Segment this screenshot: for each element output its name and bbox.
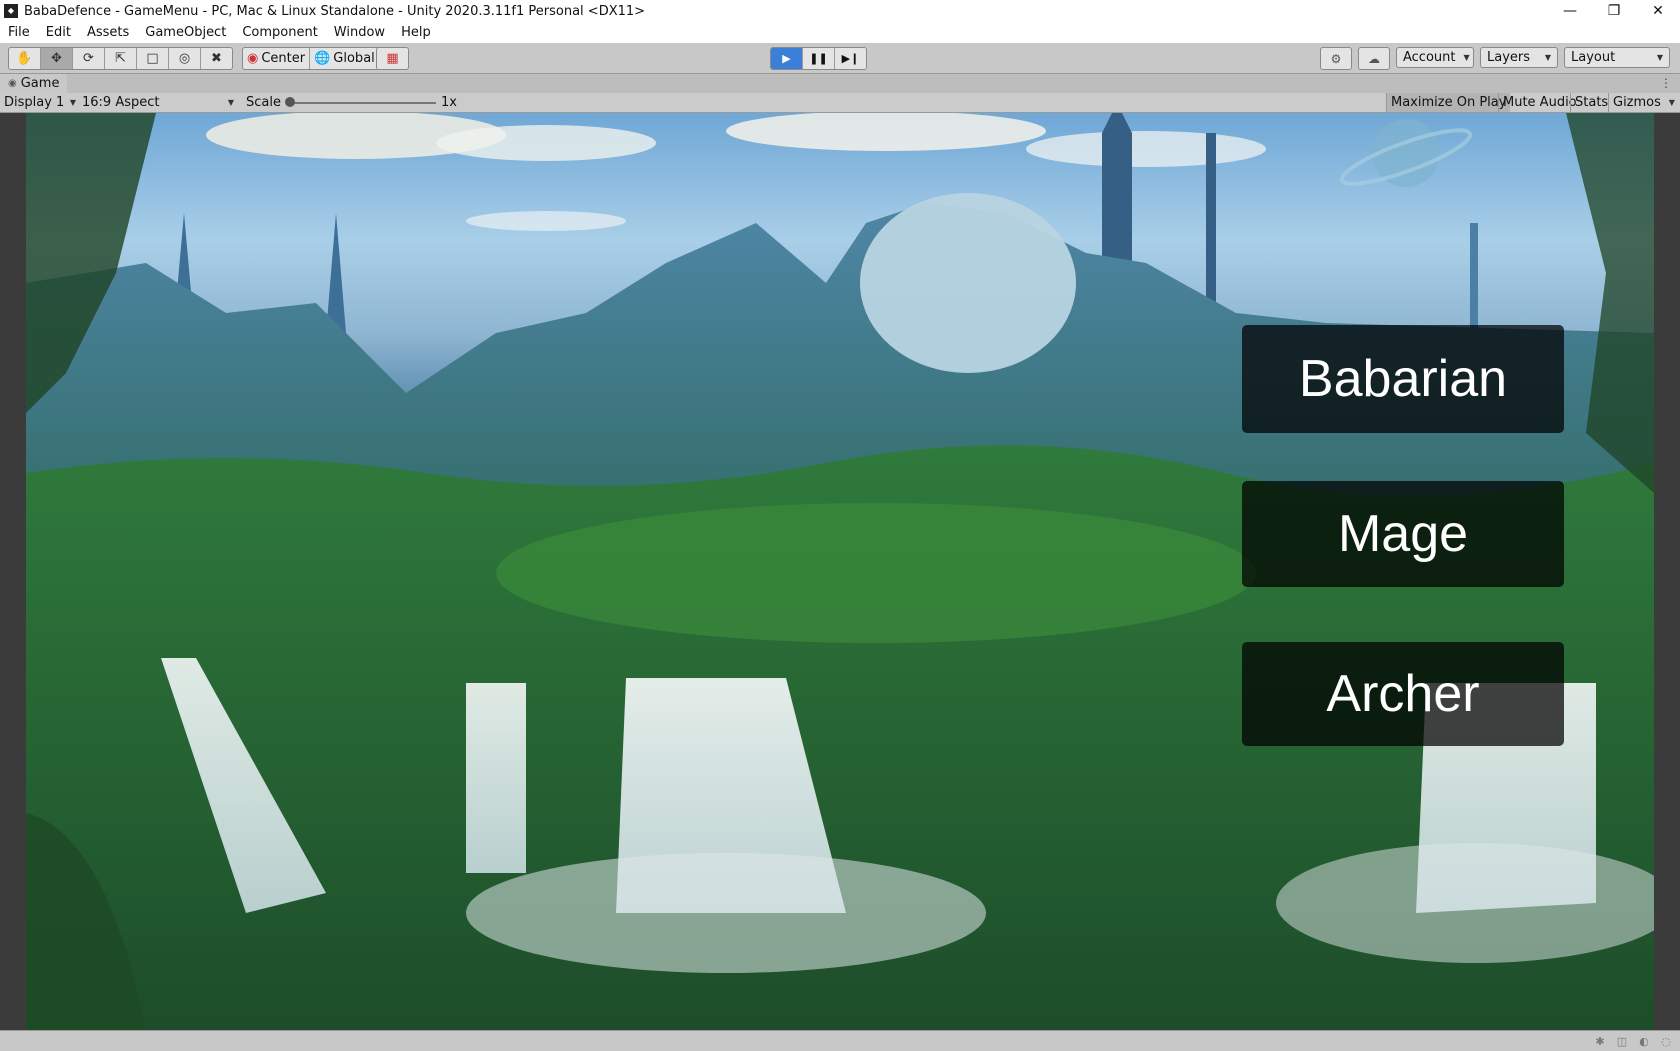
space-global-button[interactable]: 🌐 Global <box>310 48 379 69</box>
display-dropdown[interactable]: Display 1 ▼ <box>4 93 76 112</box>
transform-tool-icon[interactable]: ◎ <box>169 48 201 69</box>
menu-edit[interactable]: Edit <box>38 25 79 40</box>
hand-tool-icon[interactable]: ✋ <box>9 48 41 69</box>
lighting-icon[interactable]: ◐ <box>1636 1033 1652 1049</box>
playback-controls: ▶ ❚❚ ▶❙ <box>770 47 867 70</box>
layout-label: Layout <box>1571 50 1616 65</box>
game-view[interactable]: Babarian Mage Archer <box>26 113 1654 1030</box>
menu-window[interactable]: Window <box>326 25 393 40</box>
unity-icon: ◆ <box>4 4 18 18</box>
chevron-down-icon: ▼ <box>1463 53 1470 62</box>
menu-component[interactable]: Component <box>234 25 325 40</box>
menu-assets[interactable]: Assets <box>79 25 137 40</box>
pivot-icon: ◉ <box>247 51 259 66</box>
status-icons: ✱ ◫ ◐ ◌ <box>1592 1033 1674 1049</box>
toolbar-right: ⚙ ☁ Account ▼ Layers ▼ Layout ▼ <box>1320 47 1670 70</box>
layers-label: Layers <box>1487 50 1531 65</box>
rotate-tool-icon[interactable]: ⟳ <box>73 48 105 69</box>
status-bar: ✱ ◫ ◐ ◌ <box>0 1030 1680 1051</box>
progress-icon[interactable]: ◌ <box>1658 1033 1674 1049</box>
gizmos-label: Gizmos <box>1613 95 1661 110</box>
mute-audio-toggle[interactable]: Mute Audio <box>1498 93 1581 112</box>
game-tab-bar: ◉ Game ⋮ <box>0 74 1680 93</box>
layers-dropdown[interactable]: Layers ▼ <box>1480 47 1558 68</box>
scale-slider-track[interactable] <box>288 102 436 104</box>
close-button[interactable]: ✕ <box>1636 0 1680 22</box>
menu-bar: File Edit Assets GameObject Component Wi… <box>0 22 1680 43</box>
pivot-toggles: ◉ Center 🌐 Global <box>242 47 380 70</box>
scale-tool-icon[interactable]: ⇱ <box>105 48 137 69</box>
move-tool-icon[interactable]: ✥ <box>41 48 73 69</box>
minimize-button[interactable]: — <box>1548 0 1592 22</box>
chevron-down-icon: ▼ <box>227 98 234 107</box>
maximize-on-play-toggle[interactable]: Maximize On Play <box>1386 93 1511 112</box>
mage-button[interactable]: Mage <box>1242 481 1564 587</box>
grid-snap-icon[interactable]: ▦ <box>377 48 408 69</box>
scale-slider-handle[interactable] <box>285 97 295 107</box>
display-label: Display 1 <box>4 95 65 110</box>
gizmos-toggle[interactable]: Gizmos ▼ <box>1608 93 1679 112</box>
chevron-down-icon: ▼ <box>1668 98 1675 107</box>
cloud-icon[interactable]: ☁ <box>1358 47 1390 70</box>
main-toolbar: ✋ ✥ ⟳ ⇱ □ ◎ ✖ ◉ Center 🌐 Global ▦ ▶ ❚❚ ▶… <box>0 43 1680 74</box>
scale-value: 1x <box>441 95 457 110</box>
rect-tool-icon[interactable]: □ <box>137 48 169 69</box>
tab-game[interactable]: ◉ Game <box>0 74 68 93</box>
chevron-down-icon: ▼ <box>1656 53 1663 62</box>
aspect-dropdown[interactable]: 16:9 Aspect ▼ <box>82 93 234 112</box>
aspect-label: 16:9 Aspect <box>82 95 160 110</box>
cache-icon[interactable]: ◫ <box>1614 1033 1630 1049</box>
play-button[interactable]: ▶ <box>771 48 803 69</box>
chevron-down-icon: ▼ <box>1544 53 1551 62</box>
more-options-icon[interactable]: ⋮ <box>1660 74 1672 93</box>
pivot-center-button[interactable]: ◉ Center <box>243 48 311 69</box>
babarian-button[interactable]: Babarian <box>1242 325 1564 433</box>
restore-button[interactable]: ❐ <box>1592 0 1636 22</box>
layout-dropdown[interactable]: Layout ▼ <box>1564 47 1670 68</box>
grid-snap-group: ▦ <box>376 47 409 70</box>
custom-tool-icon[interactable]: ✖ <box>201 48 232 69</box>
bug-icon[interactable]: ✱ <box>1592 1033 1608 1049</box>
pause-button[interactable]: ❚❚ <box>803 48 835 69</box>
scale-label: Scale <box>246 95 281 110</box>
title-bar: ◆ BabaDefence - GameMenu - PC, Mac & Lin… <box>0 0 1680 22</box>
game-view-toolbar: Display 1 ▼ 16:9 Aspect ▼ Scale 1x Maxim… <box>0 93 1680 113</box>
archer-button[interactable]: Archer <box>1242 642 1564 746</box>
step-button[interactable]: ▶❙ <box>835 48 866 69</box>
account-label: Account <box>1403 50 1456 65</box>
globe-icon: 🌐 <box>314 51 331 66</box>
menu-gameobject[interactable]: GameObject <box>137 25 234 40</box>
stats-toggle[interactable]: Stats <box>1570 93 1612 112</box>
collab-icon[interactable]: ⚙ <box>1320 47 1352 70</box>
window-controls: — ❐ ✕ <box>1548 0 1680 22</box>
chevron-down-icon: ▼ <box>69 98 76 107</box>
space-label: Global <box>333 51 375 66</box>
menu-help[interactable]: Help <box>393 25 439 40</box>
account-dropdown[interactable]: Account ▼ <box>1396 47 1474 68</box>
pivot-label: Center <box>261 51 306 66</box>
window-title: BabaDefence - GameMenu - PC, Mac & Linux… <box>24 3 646 19</box>
menu-file[interactable]: File <box>0 25 38 40</box>
transform-tools: ✋ ✥ ⟳ ⇱ □ ◎ ✖ <box>8 47 233 70</box>
tab-game-label: Game <box>20 76 60 91</box>
gamepad-icon: ◉ <box>8 78 17 89</box>
